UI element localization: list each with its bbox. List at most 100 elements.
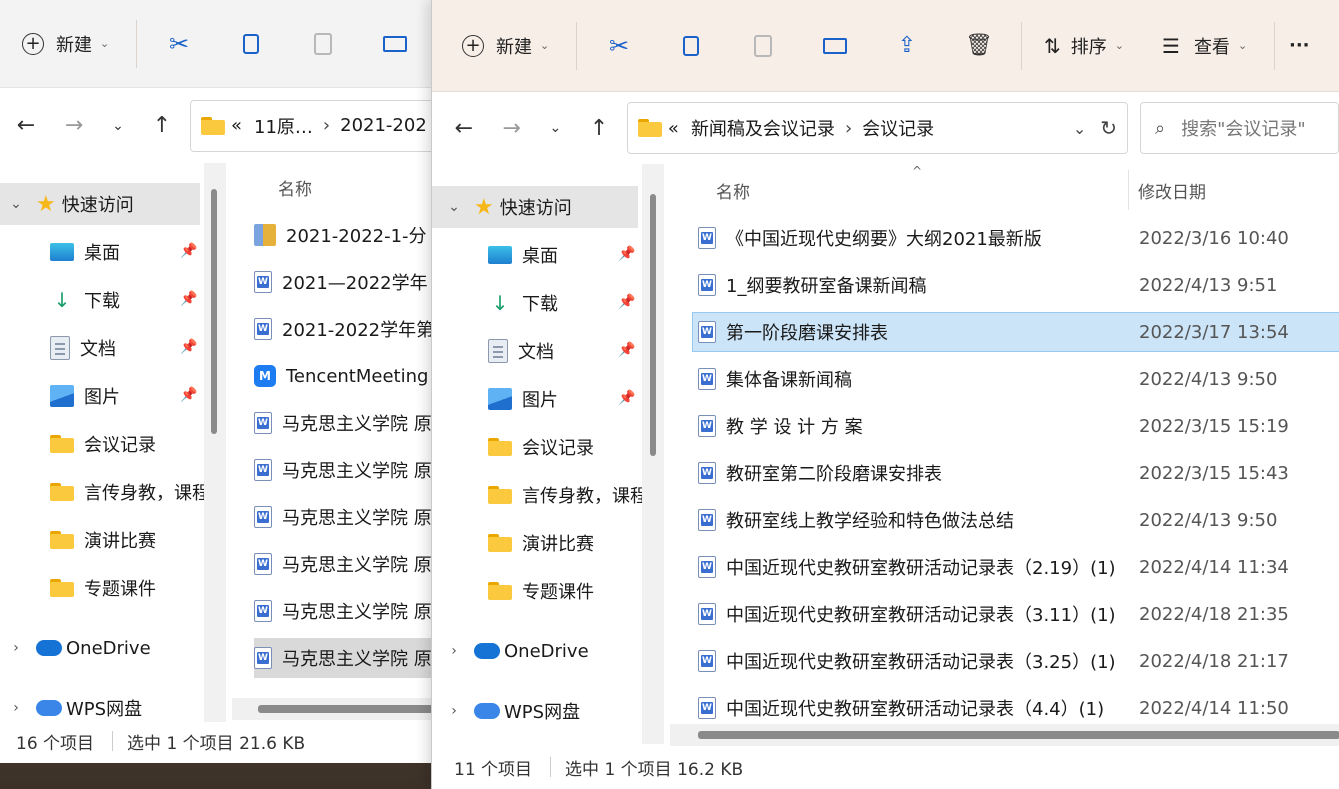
nav-item-speech-contest[interactable]: 演讲比赛 bbox=[488, 522, 594, 564]
nav-item-documents[interactable]: 文档 bbox=[50, 327, 116, 369]
share-button[interactable]: ⇪ bbox=[871, 26, 943, 66]
rename-button[interactable] bbox=[359, 24, 431, 64]
column-header-date[interactable]: 修改日期 bbox=[1138, 178, 1206, 203]
nav-item-pictures[interactable]: 图片 bbox=[488, 378, 558, 420]
more-options-button[interactable]: ··· bbox=[1281, 26, 1321, 66]
column-header-name[interactable]: 名称 bbox=[716, 178, 750, 203]
address-breadcrumb[interactable]: « 11原… › 2021-202 bbox=[190, 99, 435, 152]
nav-onedrive[interactable]: › OneDrive bbox=[444, 630, 589, 672]
sort-button[interactable]: ⇅ 排序 ⌄ bbox=[1028, 26, 1148, 66]
list-item[interactable]: 马克思主义学院 原 bbox=[254, 450, 440, 490]
forward-button[interactable]: → bbox=[488, 108, 536, 148]
view-button[interactable]: ☰ 查看 ⌄ bbox=[1148, 26, 1268, 66]
pin-icon: 📌 bbox=[618, 390, 636, 406]
new-button[interactable]: + 新建 ⌄ bbox=[0, 24, 130, 64]
breadcrumb-item[interactable]: 11原… bbox=[254, 113, 313, 139]
nav-item-special-courseware[interactable]: 专题课件 bbox=[488, 570, 594, 612]
up-button[interactable]: ↑ bbox=[575, 108, 623, 148]
search-box[interactable]: ⌕ 搜索"会议记录" bbox=[1140, 102, 1339, 154]
file-name: 马克思主义学院 原 bbox=[282, 602, 432, 623]
word-document-icon bbox=[254, 647, 272, 669]
paste-button[interactable] bbox=[287, 24, 359, 64]
forward-button[interactable]: → bbox=[50, 106, 98, 146]
list-item[interactable]: 中国近现代史教研室教研活动记录表（2.19）(1) 2022/4/14 11:34 bbox=[692, 547, 1339, 587]
paste-button[interactable] bbox=[727, 26, 799, 66]
nav-item-folder[interactable]: 言传身教，课程 bbox=[50, 471, 210, 513]
list-item[interactable]: 2021-2022学年第 bbox=[254, 309, 440, 349]
list-item-selected[interactable]: 第一阶段磨课安排表 2022/3/17 13:54 bbox=[692, 312, 1339, 352]
list-item[interactable]: 2021—2022学年 bbox=[254, 262, 440, 302]
breadcrumb-separator[interactable]: › bbox=[323, 115, 330, 136]
breadcrumb-item[interactable]: 会议记录 bbox=[862, 115, 934, 141]
nav-pane-scrollbar[interactable] bbox=[642, 164, 664, 744]
nav-onedrive-label: OneDrive bbox=[504, 640, 589, 662]
list-item[interactable]: 马克思主义学院 原 bbox=[254, 591, 440, 631]
tencent-meeting-icon: M bbox=[254, 365, 276, 387]
breadcrumb-overflow[interactable]: « bbox=[668, 118, 679, 139]
recent-locations-button[interactable]: ⌄ bbox=[98, 106, 138, 146]
nav-item-special-courseware[interactable]: 专题课件 bbox=[50, 567, 156, 609]
nav-item-desktop[interactable]: 桌面 bbox=[50, 231, 120, 273]
nav-item-documents[interactable]: 文档 bbox=[488, 330, 554, 372]
list-item[interactable]: 马克思主义学院 原 bbox=[254, 544, 440, 584]
column-header-name[interactable]: 名称 bbox=[278, 175, 312, 200]
list-item[interactable]: 1_纲要教研室备课新闻稿 2022/4/13 9:51 bbox=[692, 265, 1339, 305]
nav-item-downloads[interactable]: ↓ 下载 bbox=[50, 279, 120, 321]
list-item[interactable]: 教研室线上教学经验和特色做法总结 2022/4/13 9:50 bbox=[692, 500, 1339, 540]
address-bar-row: ← → ⌄ ↑ « 11原… › 2021-202 bbox=[0, 88, 440, 163]
list-item[interactable]: 2021-2022-1-分 bbox=[254, 215, 440, 255]
word-document-icon bbox=[698, 368, 716, 390]
refresh-icon[interactable]: ↻ bbox=[1100, 116, 1117, 140]
nav-pane-scrollbar[interactable] bbox=[204, 163, 226, 723]
back-button[interactable]: ← bbox=[440, 108, 488, 148]
file-date: 2022/4/13 9:51 bbox=[1139, 274, 1278, 296]
new-button[interactable]: + 新建 ⌄ bbox=[432, 26, 570, 66]
list-item[interactable]: 马克思主义学院 原 bbox=[254, 497, 440, 537]
list-item[interactable]: M TencentMeeting bbox=[254, 356, 440, 396]
rename-button[interactable] bbox=[799, 26, 871, 66]
nav-item-meeting-records[interactable]: 会议记录 bbox=[50, 423, 156, 465]
nav-wps[interactable]: › WPS网盘 bbox=[444, 690, 580, 732]
nav-item-desktop[interactable]: 桌面 bbox=[488, 234, 558, 276]
list-item[interactable]: 中国近现代史教研室教研活动记录表（4.4）(1) 2022/4/14 11:50 bbox=[692, 688, 1339, 728]
scrollbar-thumb[interactable] bbox=[211, 189, 217, 434]
breadcrumb-item[interactable]: 2021-202 bbox=[340, 115, 427, 136]
copy-button[interactable] bbox=[215, 24, 287, 64]
scrollbar-thumb[interactable] bbox=[650, 194, 656, 456]
nav-quick-access[interactable]: ⌄ ★ 快速访问 bbox=[444, 186, 572, 228]
nav-item-folder[interactable]: 言传身教，课程 bbox=[488, 474, 648, 516]
recent-locations-button[interactable]: ⌄ bbox=[535, 108, 575, 148]
scrollbar-thumb[interactable] bbox=[698, 731, 1339, 739]
nav-item-speech-contest[interactable]: 演讲比赛 bbox=[50, 519, 156, 561]
cut-button[interactable]: ✂ bbox=[583, 26, 655, 66]
list-item[interactable]: 集体备课新闻稿 2022/4/13 9:50 bbox=[692, 359, 1339, 399]
breadcrumb-separator[interactable]: › bbox=[845, 118, 852, 139]
address-breadcrumb[interactable]: « 新闻稿及会议记录 › 会议记录 ⌄ ↻ bbox=[626, 102, 1129, 154]
list-item-selected[interactable]: 马克思主义学院 原 bbox=[254, 638, 440, 678]
nav-item-downloads[interactable]: ↓ 下载 bbox=[488, 282, 558, 324]
list-item[interactable]: 教 学 设 计 方 案 2022/3/15 15:19 bbox=[692, 406, 1339, 446]
back-button[interactable]: ← bbox=[2, 106, 50, 146]
cut-button[interactable]: ✂ bbox=[143, 24, 215, 64]
file-list-horizontal-scrollbar[interactable] bbox=[232, 698, 440, 720]
explorer-window-front[interactable]: + 新建 ⌄ ✂ ⇪ 🗑 ⇅ 排序 ⌄ ☰ 查看 ⌄ ··· ← → ⌄ ↑ «… bbox=[431, 0, 1339, 789]
breadcrumb-overflow[interactable]: « bbox=[231, 115, 242, 136]
list-item[interactable]: 中国近现代史教研室教研活动记录表（3.25）(1) 2022/4/18 21:17 bbox=[692, 641, 1339, 681]
explorer-window-back[interactable]: + 新建 ⌄ ✂ ← → ⌄ ↑ « 11原… › 2021-202 ⌄ ★ 快… bbox=[0, 0, 440, 763]
scrollbar-thumb[interactable] bbox=[258, 705, 440, 713]
delete-button[interactable]: 🗑 bbox=[943, 26, 1015, 66]
list-item[interactable]: 马克思主义学院 原 bbox=[254, 403, 440, 443]
nav-onedrive[interactable]: › OneDrive bbox=[6, 627, 150, 669]
list-item[interactable]: 《中国近现代史纲要》大纲2021最新版 2022/3/16 10:40 bbox=[692, 218, 1339, 258]
list-item[interactable]: 教研室第二阶段磨课安排表 2022/3/15 15:43 bbox=[692, 453, 1339, 493]
copy-button[interactable] bbox=[655, 26, 727, 66]
file-list-horizontal-scrollbar[interactable] bbox=[670, 724, 1339, 746]
nav-item-meeting-records[interactable]: 会议记录 bbox=[488, 426, 594, 468]
nav-item-pictures[interactable]: 图片 bbox=[50, 375, 120, 417]
list-item[interactable]: 中国近现代史教研室教研活动记录表（3.11）(1) 2022/4/18 21:35 bbox=[692, 594, 1339, 634]
up-button[interactable]: ↑ bbox=[138, 106, 186, 146]
breadcrumb-item[interactable]: 新闻稿及会议记录 bbox=[691, 115, 835, 141]
nav-quick-access[interactable]: ⌄ ★ 快速访问 bbox=[6, 183, 134, 225]
address-history-dropdown-icon[interactable]: ⌄ bbox=[1073, 119, 1086, 138]
file-name: 教研室线上教学经验和特色做法总结 bbox=[726, 511, 1014, 532]
